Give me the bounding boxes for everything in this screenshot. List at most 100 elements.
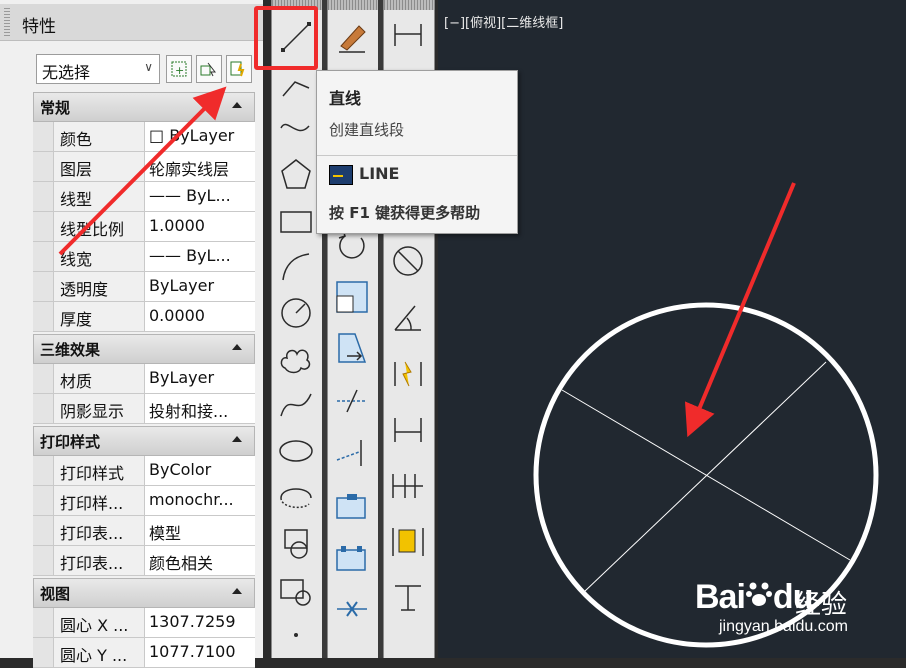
property-row[interactable]: 线型比例 1.0000 <box>33 212 255 242</box>
make-block-button[interactable] <box>275 568 317 610</box>
property-key: 材质 <box>53 364 145 393</box>
fillet-button[interactable] <box>331 588 373 630</box>
property-row[interactable]: 材质 ByLayer <box>33 364 255 394</box>
palette-caption[interactable] <box>328 0 378 10</box>
property-row[interactable]: 打印表... 模型 <box>33 516 255 546</box>
point-button[interactable] <box>275 614 317 656</box>
property-row[interactable]: 打印表... 颜色相关 <box>33 546 255 576</box>
continue-dim-icon <box>392 474 423 498</box>
spline-curve-button[interactable] <box>275 384 317 426</box>
row-gutter <box>33 302 53 331</box>
property-value[interactable]: □ ByLayer <box>145 122 255 151</box>
toggle-pickadd-button[interactable]: + <box>166 55 192 83</box>
property-row[interactable]: 透明度 ByLayer <box>33 272 255 302</box>
collapse-icon[interactable] <box>232 344 242 350</box>
property-row[interactable]: 打印样式 ByColor <box>33 456 255 486</box>
property-value[interactable]: monochr... <box>145 486 255 515</box>
property-key: 阴影显示 <box>53 394 145 423</box>
extend-button[interactable] <box>331 432 373 474</box>
scale-icon <box>336 281 368 313</box>
grip-handle[interactable] <box>4 8 10 36</box>
center-mark-button[interactable] <box>387 576 429 618</box>
property-row[interactable]: 线型 —— ByL... <box>33 182 255 212</box>
property-value[interactable]: 1.0000 <box>145 212 255 241</box>
property-value[interactable]: 1307.7259 <box>145 608 255 637</box>
quick-select-button[interactable] <box>226 55 252 83</box>
watermark-cn: 经验 <box>795 589 848 619</box>
property-value[interactable]: 投射和接... <box>145 394 255 423</box>
property-row[interactable]: 线宽 —— ByL... <box>33 242 255 272</box>
erase-button[interactable] <box>331 16 373 58</box>
jogged-linear-button[interactable] <box>387 352 429 394</box>
spline-button[interactable] <box>275 108 317 150</box>
select-objects-button[interactable] <box>196 55 222 83</box>
property-value[interactable]: ByColor <box>145 456 255 485</box>
property-key: 圆心 X ... <box>53 608 145 637</box>
property-row[interactable]: 厚度 0.0000 <box>33 302 255 332</box>
property-key: 打印样... <box>53 486 145 515</box>
collapse-icon[interactable] <box>232 102 242 108</box>
property-row[interactable]: 颜色 □ ByLayer <box>33 122 255 152</box>
fillet-icon <box>337 601 367 617</box>
continue-dim-button[interactable] <box>387 464 429 506</box>
tooltip-help: 按 F1 键获得更多帮助 <box>329 204 481 222</box>
property-value[interactable]: 模型 <box>145 516 255 545</box>
polygon-button[interactable] <box>275 154 317 196</box>
property-value[interactable]: ByLayer <box>145 272 255 301</box>
property-key: 圆心 Y ... <box>53 638 145 667</box>
property-value[interactable]: —— ByL... <box>145 182 255 211</box>
rectangle-button[interactable] <box>275 200 317 242</box>
linear-dim-button[interactable] <box>387 16 429 58</box>
property-value[interactable]: 颜色相关 <box>145 546 255 575</box>
property-value[interactable]: 0.0000 <box>145 302 255 331</box>
tolerance-button[interactable] <box>387 520 429 562</box>
drawn-line-b[interactable] <box>583 361 827 593</box>
section-header[interactable]: 视图 <box>33 578 255 608</box>
diameter-dim-button[interactable] <box>387 240 429 282</box>
ellipse-icon <box>279 440 313 462</box>
property-row[interactable]: 阴影显示 投射和接... <box>33 394 255 424</box>
property-key: 线型 <box>53 182 145 211</box>
property-value[interactable]: 1077.7100 <box>145 638 255 667</box>
section-title: 三维效果 <box>40 341 101 359</box>
break-icon <box>336 494 366 519</box>
selection-dropdown[interactable]: 无选择 ∨ <box>36 54 160 84</box>
arc-button[interactable] <box>275 246 317 288</box>
break-button[interactable] <box>331 484 373 526</box>
row-gutter <box>33 272 53 301</box>
property-value[interactable]: 轮廓实线层 <box>145 152 255 181</box>
row-gutter <box>33 638 53 667</box>
jogged-linear-icon <box>394 361 422 387</box>
watermark-url: jingyan.baidu.com <box>719 618 848 635</box>
chevron-down-icon: ∨ <box>144 60 153 74</box>
ellipse-button[interactable] <box>275 430 317 472</box>
baseline-dim-button[interactable] <box>387 408 429 450</box>
angular-dim-button[interactable] <box>387 296 429 338</box>
insert-block-button[interactable] <box>275 522 317 564</box>
property-row[interactable]: 图层 轮廓实线层 <box>33 152 255 182</box>
trim-button[interactable] <box>331 380 373 422</box>
baseline-dim-icon <box>394 418 422 442</box>
section-header[interactable]: 常规 <box>33 92 255 122</box>
ellipse-arc-button[interactable] <box>275 476 317 518</box>
section-title: 打印样式 <box>40 433 101 451</box>
tooltip-command: LINE <box>359 164 400 183</box>
scale-button[interactable] <box>331 276 373 318</box>
property-value[interactable]: ByLayer <box>145 364 255 393</box>
property-row[interactable]: 圆心 X ... 1307.7259 <box>33 608 255 638</box>
drawn-line-a[interactable] <box>561 389 851 561</box>
collapse-icon[interactable] <box>232 436 242 442</box>
section-header[interactable]: 三维效果 <box>33 334 255 364</box>
section-header[interactable]: 打印样式 <box>33 426 255 456</box>
join-button[interactable] <box>331 536 373 578</box>
revision-cloud-button[interactable] <box>275 338 317 380</box>
palette-caption[interactable] <box>384 0 434 10</box>
property-row[interactable]: 圆心 Y ... 1077.7100 <box>33 638 255 668</box>
circle-button[interactable] <box>275 292 317 334</box>
collapse-icon[interactable] <box>232 588 242 594</box>
property-value[interactable]: —— ByL... <box>145 242 255 271</box>
watermark-brand: Bai <box>695 578 746 616</box>
property-row[interactable]: 打印样... monochr... <box>33 486 255 516</box>
properties-title-bar[interactable]: 特性 <box>0 4 263 41</box>
stretch-button[interactable] <box>331 328 373 370</box>
